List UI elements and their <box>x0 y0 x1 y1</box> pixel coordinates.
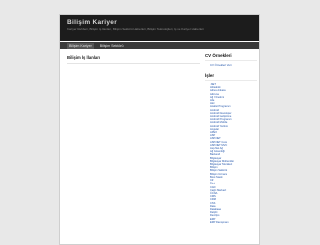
nav-item-bilisim-sektoru[interactable]: Bilişim Sektörü <box>100 44 124 48</box>
divider <box>205 60 257 61</box>
widget-title-jobs: İşler <box>205 73 215 78</box>
divider <box>67 63 200 64</box>
cv-list-item[interactable]: CV Örnekleri Veri <box>210 63 257 67</box>
job-category-link[interactable]: ERP Danışmanı <box>210 221 257 224</box>
cv-list: CV Örnekleri Veri <box>205 63 257 67</box>
divider <box>205 80 257 81</box>
post-title[interactable]: Bilişim İş İlanları <box>67 55 200 60</box>
main-content: Bilişim İş İlanları <box>67 55 200 64</box>
site-header: Bilişim Kariyer Kariyer Rehberi, Bilişim… <box>60 15 259 41</box>
widget-title-cv: CV Örnekleri <box>205 53 232 58</box>
page-container: Bilişim Kariyer Kariyer Rehberi, Bilişim… <box>59 14 260 245</box>
site-tagline: Kariyer Rehberi, Bilişim İş İlanları, Bi… <box>67 28 204 31</box>
site-title[interactable]: Bilişim Kariyer <box>67 19 117 26</box>
sidebar: CV Örnekleri CV Örnekleri Veri İşler .NE… <box>205 53 257 224</box>
job-category-list: .NET Abiteknik Adres Ankara Adzuna Ağ Yöneti… <box>205 83 257 224</box>
nav-item-bilisim-kariyer[interactable]: Bilişim Kariyer <box>67 42 94 49</box>
main-nav: Bilişim Kariyer Bilişim Sektörü <box>60 42 259 49</box>
